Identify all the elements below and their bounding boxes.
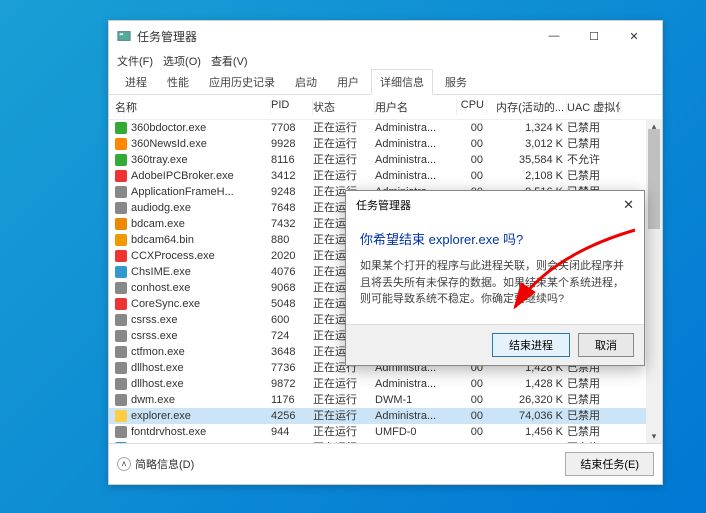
process-icon [115,330,127,342]
column-header[interactable]: CPU [457,99,487,115]
maximize-button[interactable]: ☐ [574,22,614,50]
process-icon [115,394,127,406]
menubar: 文件(F) 选项(O) 查看(V) [109,51,662,71]
process-name: csrss.exe [131,330,177,343]
process-name: explorer.exe [131,410,191,423]
tab-0[interactable]: 进程 [117,70,155,94]
vertical-scrollbar[interactable]: ▴ ▾ [646,119,662,443]
dialog-title: 任务管理器 [356,197,411,213]
menu-view[interactable]: 查看(V) [211,53,248,69]
process-icon [115,266,127,278]
process-icon [115,154,127,166]
dialog-titlebar[interactable]: 任务管理器 ✕ [346,191,644,219]
process-name: conhost.exe [131,282,190,295]
scroll-down-arrow[interactable]: ▾ [646,429,662,443]
process-icon [115,250,127,262]
process-name: CoreSync.exe [131,298,200,311]
process-icon [115,186,127,198]
process-name: AdobeIPCBroker.exe [131,170,234,183]
footer: ˄ 简略信息(D) 结束任务(E) [109,443,662,484]
process-row[interactable]: AdobeIPCBroker.exe3412正在运行Administra...0… [109,168,662,184]
titlebar[interactable]: 任务管理器 — ☐ ✕ [109,21,662,51]
process-row[interactable]: dwm.exe1176正在运行DWM-10026,320 K已禁用 [109,392,662,408]
end-process-button[interactable]: 结束进程 [492,333,570,357]
process-icon [115,314,127,326]
process-name: ctfmon.exe [131,346,185,359]
window-controls: — ☐ ✕ [534,22,654,50]
tab-2[interactable]: 应用历史记录 [201,70,283,94]
column-header[interactable]: 状态 [313,99,375,115]
dialog-buttons: 结束进程 取消 [346,324,644,365]
column-headers[interactable]: 名称PID状态用户名CPU内存(活动的...UAC 虚拟化 [109,95,662,120]
process-icon [115,378,127,390]
process-icon [115,234,127,246]
process-row[interactable]: igfxCUIService.exe1924正在运行SYSTEM001,152 … [109,440,662,443]
process-icon [115,346,127,358]
chevron-up-icon: ˄ [117,457,131,471]
fewer-details-label: 简略信息(D) [135,456,194,472]
tab-5[interactable]: 详细信息 [371,69,433,95]
process-icon [115,426,127,438]
dialog-question: 你希望结束 explorer.exe 吗? [360,229,630,248]
app-icon [117,29,131,43]
process-name: ApplicationFrameH... [131,186,234,199]
tab-3[interactable]: 启动 [287,70,325,94]
process-row[interactable]: 360NewsId.exe9928正在运行Administra...003,01… [109,136,662,152]
tab-1[interactable]: 性能 [159,70,197,94]
process-icon [115,282,127,294]
process-name: dllhost.exe [131,362,184,375]
process-icon [115,410,127,422]
dialog-body: 你希望结束 explorer.exe 吗? 如果某个打开的程序与此进程关联，则会… [346,219,644,324]
process-icon [115,202,127,214]
window-title: 任务管理器 [137,28,197,45]
process-name: 360NewsId.exe [131,138,207,151]
process-name: audiodg.exe [131,202,191,215]
process-name: bdcam64.bin [131,234,194,247]
process-name: ChsIME.exe [131,266,191,279]
dialog-close-button[interactable]: ✕ [623,197,634,213]
menu-file[interactable]: 文件(F) [117,53,153,69]
process-icon [115,298,127,310]
column-header[interactable]: PID [271,99,313,115]
column-header[interactable]: 内存(活动的... [487,99,567,115]
process-icon [115,442,127,443]
tab-4[interactable]: 用户 [329,70,367,94]
process-icon [115,122,127,134]
minimize-button[interactable]: — [534,22,574,50]
tab-6[interactable]: 服务 [437,70,475,94]
column-header[interactable]: 名称 [115,99,271,115]
column-header[interactable] [621,99,655,115]
process-icon [115,138,127,150]
end-task-button[interactable]: 结束任务(E) [565,452,654,476]
process-name: dllhost.exe [131,378,184,391]
process-name: CCXProcess.exe [131,250,215,263]
process-row[interactable]: dllhost.exe9872正在运行Administra...001,428 … [109,376,662,392]
process-name: bdcam.exe [131,218,185,231]
process-row[interactable]: 360bdoctor.exe7708正在运行Administra...001,3… [109,120,662,136]
process-row[interactable]: fontdrvhost.exe944正在运行UMFD-0001,456 K已禁用 [109,424,662,440]
process-name: 360bdoctor.exe [131,122,206,135]
process-name: igfxCUIService.exe [131,442,225,444]
column-header[interactable]: 用户名 [375,99,457,115]
process-name: fontdrvhost.exe [131,426,206,439]
close-button[interactable]: ✕ [614,22,654,50]
scroll-thumb[interactable] [648,129,660,229]
fewer-details-toggle[interactable]: ˄ 简略信息(D) [117,456,194,472]
process-icon [115,362,127,374]
process-row[interactable]: explorer.exe4256正在运行Administra...0074,03… [109,408,662,424]
cancel-button[interactable]: 取消 [578,333,634,357]
menu-options[interactable]: 选项(O) [163,53,201,69]
process-icon [115,170,127,182]
process-name: 360tray.exe [131,154,188,167]
dialog-text: 如果某个打开的程序与此进程关联，则会关闭此程序并且将丢失所有未保存的数据。如果结… [360,258,630,308]
process-name: dwm.exe [131,394,175,407]
process-name: csrss.exe [131,314,177,327]
process-row[interactable]: 360tray.exe8116正在运行Administra...0035,584… [109,152,662,168]
process-icon [115,218,127,230]
confirm-dialog: 任务管理器 ✕ 你希望结束 explorer.exe 吗? 如果某个打开的程序与… [345,190,645,366]
tabs: 进程性能应用历史记录启动用户详细信息服务 [109,71,662,95]
column-header[interactable]: UAC 虚拟化 [567,99,621,115]
